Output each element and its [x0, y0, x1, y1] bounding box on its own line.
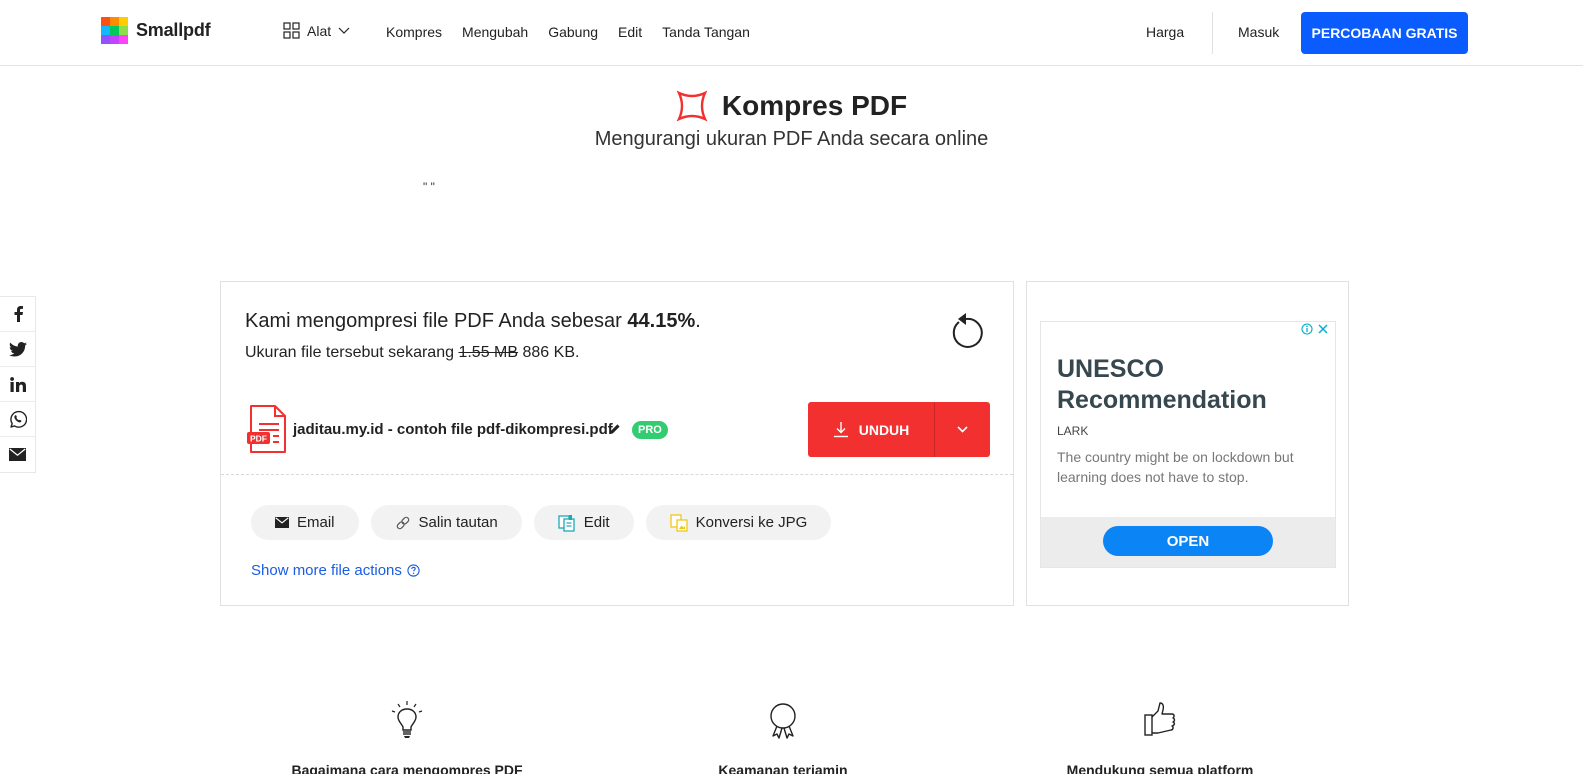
lightbulb-icon: [391, 701, 423, 738]
pdf-file-icon: PDF: [247, 404, 287, 454]
nav-edit[interactable]: Edit: [618, 24, 642, 40]
edit-action-button[interactable]: Edit: [533, 505, 634, 540]
linkedin-icon: [9, 376, 26, 392]
stray-text: " ": [423, 180, 435, 194]
ad-brand: LARK: [1057, 424, 1089, 438]
share-linkedin[interactable]: [0, 367, 35, 402]
convert-jpg-label: Konversi ke JPG: [695, 514, 808, 531]
envelope-icon: [275, 517, 289, 528]
ad-open-button[interactable]: OPEN: [1103, 526, 1273, 556]
logo-text: Smallpdf: [136, 20, 211, 40]
download-options-dropdown[interactable]: [935, 402, 990, 457]
start-over-button[interactable]: [947, 310, 985, 350]
nav-tanda-tangan[interactable]: Tanda Tangan: [662, 24, 750, 40]
share-twitter[interactable]: [0, 332, 35, 367]
download-button-group: UNDUH: [808, 402, 990, 457]
download-icon: [833, 422, 848, 438]
pdf-badge-text: PDF: [250, 434, 267, 444]
top-navbar: Smallpdf Alat Kompres Mengubah Gabung Ed…: [0, 0, 1583, 66]
old-file-size: 1.55 MB: [458, 344, 519, 361]
ad-description: The country might be on lockdown but lea…: [1057, 449, 1294, 485]
file-size-text: Ukuran file tersebut sekarang 1.55 MB 88…: [245, 344, 579, 362]
social-share-bar: [0, 296, 36, 473]
advertisement-panel: UNESCO Recommendation LARK The country m…: [1026, 281, 1349, 606]
show-more-actions-link[interactable]: Show more file actions: [251, 562, 420, 579]
tools-menu[interactable]: Alat: [283, 22, 350, 39]
copy-link-label: Salin tautan: [418, 514, 498, 531]
show-more-label: Show more file actions: [251, 562, 402, 579]
nav-mengubah[interactable]: Mengubah: [462, 24, 528, 40]
size-prefix: Ukuran file tersebut sekarang: [245, 344, 459, 361]
smallpdf-logo[interactable]: Smallpdf: [101, 17, 211, 44]
email-action-button[interactable]: Email: [251, 505, 359, 540]
download-button[interactable]: UNDUH: [808, 402, 935, 457]
edit-document-icon: [558, 514, 575, 532]
result-message: Kami mengompresi file PDF Anda sebesar: [245, 310, 628, 332]
ad-info-icon[interactable]: [1301, 323, 1313, 335]
ad-unit[interactable]: UNESCO Recommendation LARK The country m…: [1040, 321, 1336, 568]
result-suffix: .: [695, 310, 701, 332]
new-file-size: 886 KB.: [522, 344, 580, 361]
compression-result-text: Kami mengompresi file PDF Anda sebesar 4…: [245, 310, 701, 333]
feature-platforms: Mendukung semua platform: [1000, 700, 1320, 774]
email-action-label: Email: [297, 514, 335, 531]
feature-title: Mendukung semua platform: [1066, 762, 1254, 774]
grid-icon: [283, 22, 300, 39]
thumbs-up-icon: [1144, 702, 1176, 736]
page-subtitle: Mengurangi ukuran PDF Anda secara online: [594, 128, 989, 150]
ad-title: UNESCO Recommendation: [1057, 355, 1267, 414]
header-divider: [1212, 12, 1213, 54]
link-icon: [396, 516, 409, 529]
copy-link-button[interactable]: Salin tautan: [370, 505, 522, 540]
free-trial-button[interactable]: PERCOBAAN GRATIS: [1301, 12, 1468, 54]
award-ribbon-icon: [770, 703, 796, 739]
edit-action-label: Edit: [583, 514, 610, 531]
convert-jpg-icon: [669, 513, 688, 532]
feature-how-to: Bagaimana cara mengompres PDF: [247, 700, 567, 774]
file-name: jaditau.my.id - contoh file pdf-dikompre…: [293, 421, 613, 438]
file-actions: Email Salin tautan Edit Konversi ke JPG: [251, 505, 832, 540]
compression-result-card: Kami mengompresi file PDF Anda sebesar 4…: [220, 281, 1014, 606]
convert-jpg-button[interactable]: Konversi ke JPG: [645, 505, 832, 540]
share-whatsapp[interactable]: [0, 402, 35, 437]
compress-icon: [676, 90, 708, 122]
page-heading: Kompres PDF: [0, 90, 1583, 127]
feature-title: Bagaimana cara mengompres PDF: [291, 762, 523, 774]
chevron-down-icon: [338, 27, 350, 34]
ad-controls: [1301, 323, 1329, 335]
page-title: Kompres PDF: [721, 90, 908, 121]
feature-title: Keamanan terjamin: [718, 762, 848, 774]
ad-footer: OPEN: [1041, 517, 1335, 567]
ad-close-icon[interactable]: [1317, 323, 1329, 335]
pricing-link[interactable]: Harga: [1146, 24, 1184, 40]
facebook-icon: [14, 306, 23, 322]
compression-percent: 44.15%: [627, 310, 696, 332]
share-email[interactable]: [0, 437, 35, 472]
email-icon: [9, 448, 26, 461]
feature-security: Keamanan terjamin: [623, 700, 943, 774]
section-divider: [221, 474, 1013, 475]
nav-gabung[interactable]: Gabung: [548, 24, 598, 40]
logo-mark-icon: [101, 17, 128, 44]
download-label: UNDUH: [858, 421, 910, 438]
help-icon: [407, 564, 420, 577]
main-nav: Kompres Mengubah Gabung Edit Tanda Tanga…: [386, 24, 770, 40]
nav-kompres[interactable]: Kompres: [386, 24, 442, 40]
chevron-down-icon: [957, 426, 968, 433]
twitter-icon: [8, 341, 27, 357]
login-link[interactable]: Masuk: [1238, 24, 1279, 40]
whatsapp-icon: [9, 410, 27, 428]
share-facebook[interactable]: [0, 297, 35, 332]
restart-icon: [952, 313, 983, 348]
tools-label: Alat: [307, 22, 332, 39]
rename-pencil-icon[interactable]: [609, 423, 621, 435]
pro-badge: PRO: [632, 421, 668, 439]
